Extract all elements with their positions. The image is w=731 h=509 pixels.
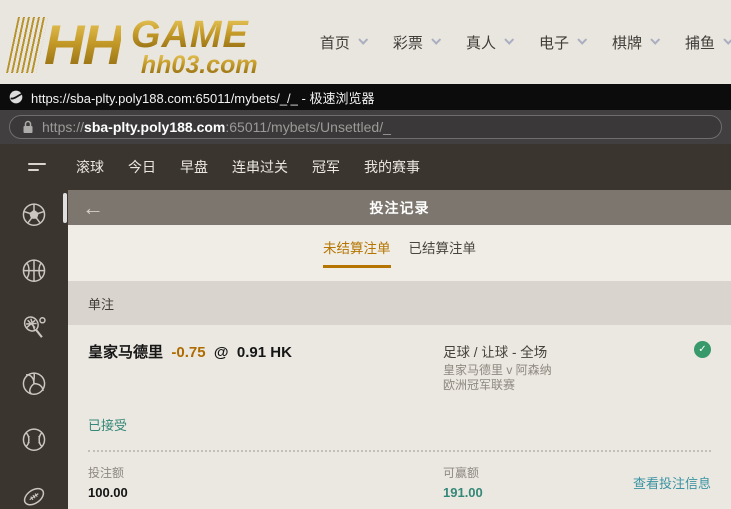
address-input[interactable]: https://sba-plty.poly188.com:65011/mybet… <box>9 115 722 139</box>
menu-icon[interactable] <box>28 163 48 171</box>
bet-odds: 0.91 HK <box>237 344 292 361</box>
menu-item-home[interactable]: 首页 <box>320 32 366 53</box>
stake-value: 100.00 <box>88 485 443 500</box>
site-header: HH GAME hh03.com 首页 彩票 真人 电子 棋牌 捕鱼 <box>0 0 731 84</box>
menu-item-live[interactable]: 真人 <box>466 32 512 53</box>
bet-selection: 皇家马德里 -0.75 @ 0.91 HK <box>88 341 443 362</box>
bet-row: 皇家马德里 -0.75 @ 0.91 HK 足球 / 让球 - 全场 皇家马德里… <box>88 341 711 393</box>
view-bet-info-link[interactable]: 查看投注信息 <box>633 473 711 492</box>
menu-item-slots[interactable]: 电子 <box>539 32 585 53</box>
menu-item-cards[interactable]: 棋牌 <box>612 32 658 53</box>
main-content: ← 投注记录 未结算注单 已结算注单 单注 皇家马德里 -0.75 @ 0.91… <box>68 190 731 509</box>
bet-market: 足球 / 让球 - 全场 <box>443 341 687 361</box>
logo-stripes-decoration <box>6 17 48 73</box>
chevron-down-icon <box>723 34 731 44</box>
stake-block: 投注额 100.00 <box>88 464 443 500</box>
bet-match: 皇家马德里 v 阿森纳 <box>443 363 687 378</box>
betting-app-window: HH GAME hh03.com 首页 彩票 真人 电子 棋牌 捕鱼 https… <box>0 0 731 509</box>
page-titlebar: ← 投注记录 <box>68 190 731 225</box>
basketball-icon[interactable] <box>21 258 47 283</box>
browser-titlebar: https://sba-plty.poly188.com:65011/mybet… <box>0 84 731 110</box>
bet-match-info: 足球 / 让球 - 全场 皇家马德里 v 阿森纳 欧洲冠军联赛 <box>443 341 687 393</box>
stake-label: 投注额 <box>88 464 443 481</box>
win-block: 可赢额 191.00 <box>443 464 633 500</box>
scrollbar-thumb[interactable] <box>63 193 67 223</box>
nav-item-early[interactable]: 早盘 <box>180 157 208 177</box>
win-label: 可赢额 <box>443 464 633 481</box>
sports-sidebar <box>0 190 68 509</box>
window-title: https://sba-plty.poly188.com:65011/mybet… <box>31 88 374 107</box>
url-host: sba-plty.poly188.com <box>84 119 225 135</box>
section-label: 单注 <box>68 281 731 325</box>
chevron-down-icon <box>504 34 514 44</box>
nav-item-my-events[interactable]: 我的赛事 <box>364 157 420 177</box>
page-title: 投注记录 <box>370 198 430 218</box>
lock-icon <box>22 120 34 134</box>
body: ← 投注记录 未结算注单 已结算注单 单注 皇家马德里 -0.75 @ 0.91… <box>0 190 731 509</box>
bet-league: 欧洲冠军联赛 <box>443 378 687 393</box>
tennis-icon[interactable] <box>21 315 47 340</box>
win-value: 191.00 <box>443 485 633 500</box>
globe-icon <box>8 89 24 105</box>
bet-card: 皇家马德里 -0.75 @ 0.91 HK 足球 / 让球 - 全场 皇家马德里… <box>68 325 731 509</box>
bet-tabs: 未结算注单 已结算注单 <box>68 225 731 281</box>
tab-unsettled[interactable]: 未结算注单 <box>323 237 391 268</box>
tab-settled[interactable]: 已结算注单 <box>409 237 477 268</box>
logo-domain: hh03.com <box>131 53 258 77</box>
back-arrow-icon[interactable]: ← <box>82 191 104 224</box>
nav-item-inplay[interactable]: 滚球 <box>76 157 104 177</box>
american-football-icon[interactable] <box>21 484 47 509</box>
top-menu: 首页 彩票 真人 电子 棋牌 捕鱼 <box>320 32 731 53</box>
logo-game: GAME <box>131 17 258 53</box>
logo-hh: HH <box>44 17 121 73</box>
menu-item-fishing[interactable]: 捕鱼 <box>685 32 731 53</box>
bet-stats-row: 投注额 100.00 可赢额 191.00 查看投注信息 <box>88 452 711 500</box>
nav-item-today[interactable]: 今日 <box>128 157 156 177</box>
chevron-down-icon <box>650 34 660 44</box>
accepted-check-icon: ✓ <box>694 341 711 358</box>
bet-status: 已接受 <box>88 415 711 434</box>
nav-item-outright[interactable]: 冠军 <box>312 157 340 177</box>
chevron-down-icon <box>431 34 441 44</box>
address-bar-area: https://sba-plty.poly188.com:65011/mybet… <box>0 110 731 144</box>
menu-item-lottery[interactable]: 彩票 <box>393 32 439 53</box>
url-path: :65011/mybets/Unsettled/_ <box>225 119 391 135</box>
sport-nav: 滚球 今日 早盘 连串过关 冠军 我的赛事 <box>0 144 731 190</box>
soccer-icon[interactable] <box>21 202 47 227</box>
site-logo[interactable]: HH GAME hh03.com <box>0 7 258 77</box>
chevron-down-icon <box>358 34 368 44</box>
url-scheme: https:// <box>42 119 84 135</box>
chevron-down-icon <box>577 34 587 44</box>
nav-item-parlay[interactable]: 连串过关 <box>232 157 288 177</box>
baseball-icon[interactable] <box>21 427 47 452</box>
at-sign: @ <box>214 344 229 361</box>
bet-handicap: -0.75 <box>171 344 205 361</box>
volleyball-icon[interactable] <box>21 371 47 396</box>
